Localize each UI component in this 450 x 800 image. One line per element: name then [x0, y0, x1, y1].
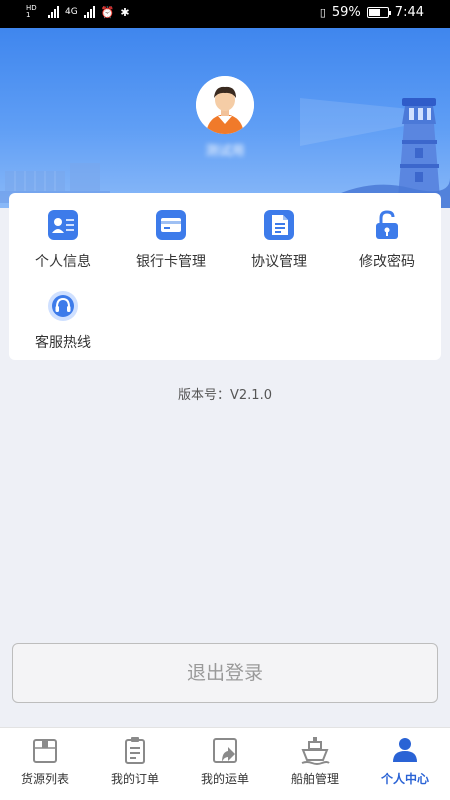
person-icon	[393, 738, 417, 762]
unlock-icon	[376, 210, 398, 239]
bank-card-icon	[156, 210, 186, 240]
tab-label: 货源列表	[20, 772, 69, 786]
person-avatar-icon	[196, 76, 254, 134]
status-left: HD 1 4G ⏰ ✱	[26, 5, 130, 19]
sim-label: HD 1	[26, 4, 37, 19]
menu-item-bank-card[interactable]: 银行卡管理	[117, 209, 225, 271]
menu-label: 个人信息	[35, 254, 91, 270]
clipboard-icon	[125, 737, 145, 764]
waybill-icon	[213, 738, 237, 763]
tab-cargo-list[interactable]: 货源列表	[0, 734, 90, 787]
tab-ship-management[interactable]: 船舶管理	[270, 734, 360, 787]
menu-item-personal-info[interactable]: 个人信息	[9, 209, 117, 271]
id-card-icon	[48, 210, 78, 240]
headset-icon	[48, 291, 78, 321]
lighthouse-icon	[398, 98, 440, 198]
tab-label: 个人中心	[380, 772, 429, 786]
menu-label: 客服热线	[35, 335, 91, 351]
menu-card: 个人信息 银行卡管理 协议管理 修改密码 客服热线	[9, 193, 441, 360]
battery-icon	[366, 7, 391, 18]
document-icon	[264, 210, 294, 240]
bottom-tab-bar: 货源列表 我的订单 我的运单 船舶管理 个人中心	[0, 727, 450, 800]
user-name: 测试用	[205, 144, 245, 159]
tab-my-waybills[interactable]: 我的运单	[180, 734, 270, 787]
menu-label: 银行卡管理	[136, 254, 206, 270]
bluetooth-icon: ✱	[120, 5, 130, 19]
network-label: 4G	[65, 7, 78, 17]
status-bar: HD 1 4G ⏰ ✱ ▯ 59% 7:44	[0, 0, 450, 28]
status-right: ▯ 59% 7:44	[320, 5, 424, 20]
menu-label: 协议管理	[251, 254, 307, 270]
profile-header: 测试用	[0, 28, 450, 208]
avatar[interactable]	[196, 76, 254, 134]
menu-item-change-password[interactable]: 修改密码	[333, 209, 441, 271]
tab-label: 我的订单	[110, 772, 159, 786]
tab-label: 我的运单	[200, 772, 249, 786]
vibrate-icon: ▯	[319, 6, 326, 19]
alarm-icon: ⏰	[100, 5, 115, 19]
tab-label: 船舶管理	[290, 772, 339, 786]
tab-personal-center[interactable]: 个人中心	[360, 734, 450, 787]
version-label: 版本号：	[178, 388, 231, 403]
version-info: 版本号：V2.1.0	[0, 384, 450, 403]
signal-2-icon	[83, 6, 95, 18]
cargo-box-icon	[33, 739, 57, 763]
menu-label: 修改密码	[359, 254, 415, 270]
signal-icon	[48, 6, 59, 18]
clock: 7:44	[394, 5, 424, 20]
battery-percent: 59%	[331, 5, 361, 20]
version-value: V2.1.0	[230, 388, 272, 403]
ship-icon	[301, 737, 330, 765]
menu-item-agreements[interactable]: 协议管理	[225, 209, 333, 271]
tab-my-orders[interactable]: 我的订单	[90, 734, 180, 787]
logout-button[interactable]: 退出登录	[12, 643, 438, 703]
menu-item-customer-service[interactable]: 客服热线	[9, 290, 117, 352]
